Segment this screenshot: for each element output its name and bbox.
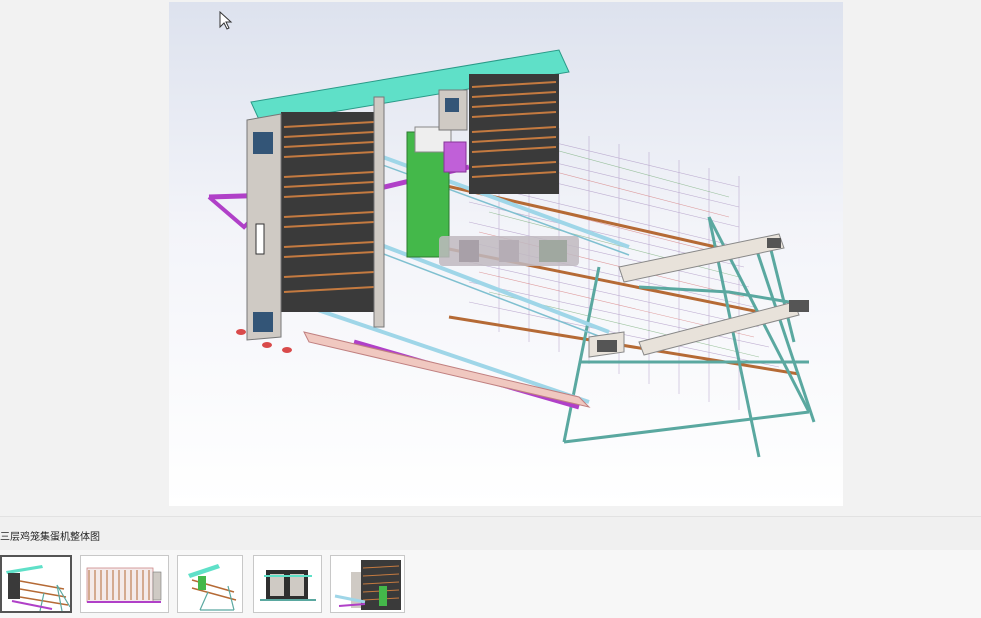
main-image-viewer[interactable] bbox=[169, 2, 843, 506]
thumb-front-view[interactable] bbox=[80, 555, 169, 613]
image-caption: 三层鸡笼集蛋机整体图 bbox=[0, 532, 100, 543]
thumb-side-view-image bbox=[260, 570, 316, 601]
thumb-detail-view[interactable] bbox=[330, 555, 405, 613]
thumb-top-view-image bbox=[188, 564, 237, 611]
egg-collector-assembly-render bbox=[207, 49, 816, 458]
thumb-side-view[interactable] bbox=[253, 555, 322, 613]
thumb-isometric-image bbox=[6, 565, 70, 611]
thumb-top-view[interactable] bbox=[177, 555, 243, 613]
thumbnail-strip bbox=[0, 550, 981, 618]
thumb-isometric[interactable] bbox=[0, 555, 72, 613]
caption-bar: 三层鸡笼集蛋机整体图 bbox=[0, 516, 981, 551]
thumb-front-view-image bbox=[86, 567, 162, 603]
image-stage bbox=[0, 0, 981, 516]
mouse-pointer-icon bbox=[219, 11, 233, 30]
thumb-detail-view-image bbox=[334, 560, 401, 610]
